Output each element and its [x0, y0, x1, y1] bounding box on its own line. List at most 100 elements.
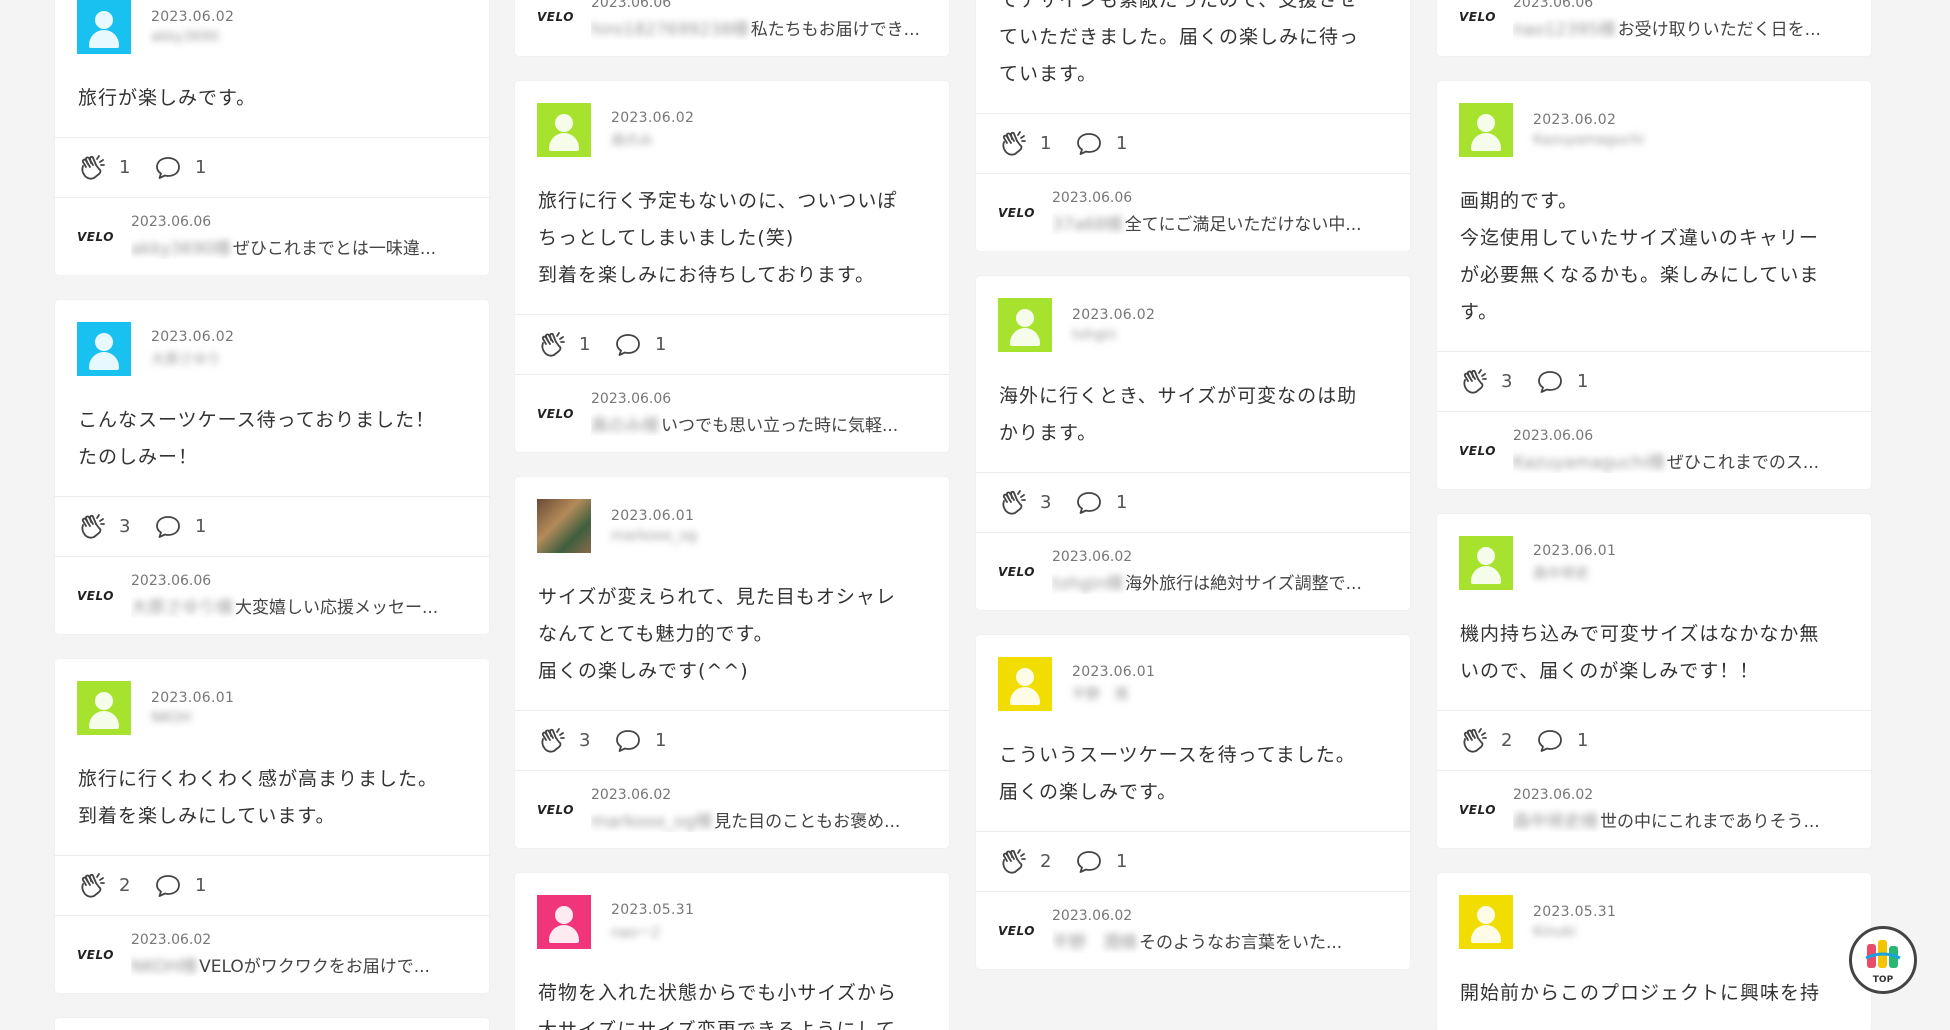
avatar[interactable] [998, 657, 1052, 711]
reply-date: 2023.06.02 [1052, 908, 1133, 924]
comment-button[interactable]: 1 [153, 153, 211, 183]
comment-actions: 21 [55, 855, 489, 915]
avatar[interactable] [998, 298, 1052, 352]
clap-button[interactable]: 1 [77, 153, 135, 183]
comment-column-2: VELO 2023.06.06 hiro1827699238様 私たちもお届けでき..… [515, 0, 949, 1030]
reply-date: 2023.06.06 [1052, 190, 1133, 206]
comment-button[interactable]: 1 [1535, 726, 1593, 756]
comment-button[interactable]: 1 [1535, 367, 1593, 397]
comment-username[interactable]: akky3690 [151, 29, 234, 45]
clap-button[interactable]: 3 [1459, 367, 1517, 397]
comment-text: 旅行に行くわくわく感が高まりました。 到着を楽しみにしています。 [78, 768, 439, 827]
clap-button[interactable]: 2 [1459, 726, 1517, 756]
owner-reply[interactable]: VELO 2023.06.06 nao12395様 お受け取りいただく日を... [1437, 0, 1871, 56]
comment-username[interactable]: tohgin [1072, 327, 1155, 343]
comment-text: 開始前からこのプロジェクトに興味を持 [1460, 982, 1821, 1004]
comment-username[interactable]: NKOH [151, 710, 234, 726]
comment-bubble-icon [1077, 850, 1101, 873]
comment-count: 1 [1577, 730, 1589, 751]
comment-actions: 11 [976, 113, 1410, 173]
velo-logo: VELO [537, 10, 574, 24]
avatar[interactable] [1459, 536, 1513, 590]
comment-button[interactable]: 1 [153, 871, 211, 901]
comment-username[interactable]: 大原さゆり [151, 349, 234, 369]
avatar[interactable] [1459, 103, 1513, 157]
comment-meta: 2023.06.02 高のみ [611, 110, 694, 150]
comment-username[interactable]: markooo_og [611, 528, 697, 544]
clap-count: 3 [579, 730, 591, 751]
owner-reply[interactable]: VELO 2023.06.06 akky3690様 ぜひこれまでとは一味違... [55, 197, 489, 275]
avatar[interactable] [77, 681, 131, 735]
comment-button[interactable]: 1 [1074, 488, 1132, 518]
reply-recipient: 平野 潤様 [1052, 933, 1137, 953]
owner-reply[interactable]: VELO 2023.06.06 Kazuyamaguchi様 ぜひこれまでのス... [1437, 411, 1871, 489]
avatar[interactable] [537, 895, 591, 949]
comment-button[interactable]: 1 [1074, 847, 1132, 877]
comment-meta: 2023.06.01 NKOH [151, 690, 234, 726]
comment-card: ら手が出ないので躊躇しましたが、画期的 でデザインも素敵だったので、支援させ て… [976, 0, 1410, 251]
comment-card: 2023.06.01 markooo_og サイズが変えられて、見た目もオシャレ な… [515, 477, 949, 848]
comment-card: 2023.06.02 tohgin 海外に行くとき、サイズが可変なのは助 かります。… [976, 276, 1410, 610]
comment-username[interactable]: Kinuki [1533, 924, 1616, 940]
comment-meta: 2023.06.02 Kazuyamaguchi [1533, 112, 1644, 148]
avatar[interactable] [77, 0, 131, 54]
owner-reply[interactable]: VELO 2023.06.02 NKOH様 VELOがワクワクをお届けで... [55, 915, 489, 993]
owner-reply[interactable]: VELO 2023.06.06 大原さゆり様 大変嬉しい応援メッセー... [55, 556, 489, 634]
owner-reply[interactable]: VELO 2023.06.02 森中将史様 世の中にこれまでありそう... [1437, 770, 1871, 848]
comment-column-1: 2023.06.02 akky3690 旅行が楽しみです。 1 1 VELO 2023.06… [55, 0, 489, 1030]
comment-actions: 21 [976, 831, 1410, 891]
comment-date: 2023.06.01 [1533, 543, 1617, 559]
comment-button[interactable]: 1 [613, 726, 671, 756]
reply-meta: 2023.06.06 nao12395様 お受け取りいただく日を... [1513, 0, 1849, 40]
owner-reply[interactable]: VELO 2023.06.06 37a68様 全てにご満足いただけない中... [976, 173, 1410, 251]
comment-count: 1 [1116, 133, 1128, 154]
avatar[interactable] [77, 322, 131, 376]
owner-reply[interactable]: VELO 2023.06.02 平野 潤様 そのようなお言葉をいた... [976, 891, 1410, 969]
owner-reply[interactable]: VELO 2023.06.02 tohgin様 海外旅行は絶対サイズ調整で... [976, 532, 1410, 610]
reply-text: markooo_og様 見た目のこともお褒め... [591, 807, 927, 832]
comment-meta: 2023.05.31 naoー2 [611, 902, 694, 942]
comment-username[interactable]: 平野 潤 [1072, 684, 1155, 704]
comment-card: 2023.05.31 naoー2 荷物を入れた状態からでも小サイズから 大サイズにサ… [515, 873, 949, 1030]
clap-button[interactable]: 3 [998, 488, 1056, 518]
clap-icon [1002, 848, 1026, 874]
comment-button[interactable]: 1 [1074, 129, 1132, 159]
scroll-to-top-button[interactable]: TOP [1849, 926, 1917, 994]
comment-count: 1 [655, 730, 667, 751]
reply-date: 2023.06.06 [131, 573, 212, 589]
comment-header: 2023.06.01 NKOH [55, 659, 489, 745]
owner-reply[interactable]: VELO 2023.06.06 高のみ様 いつでも思い立った時に気軽... [515, 374, 949, 452]
comment-username[interactable]: 森中将史 [1533, 563, 1616, 583]
clap-icon [1002, 130, 1026, 156]
reply-recipient: 森中将史様 [1513, 812, 1598, 832]
comment-text: 旅行が楽しみです。 [78, 87, 257, 109]
owner-reply[interactable]: VELO 2023.06.02 markooo_og様 見た目のこともお褒め... [515, 770, 949, 848]
clap-button[interactable]: 3 [77, 512, 135, 542]
clap-button[interactable]: 2 [77, 871, 135, 901]
comment-date: 2023.06.02 [1533, 112, 1617, 128]
reply-excerpt: 全てにご満足いただけない中... [1124, 215, 1362, 235]
comment-card: 2023.06.02 akky3690 旅行が楽しみです。 1 1 VELO 2023.06… [55, 0, 489, 275]
avatar[interactable] [537, 499, 591, 553]
comment-username[interactable]: 高のみ [611, 130, 694, 150]
comment-card: 2023.06.02 高のみ 旅行に行く予定もないのに、ついついぽ ちっとしてしまい… [515, 81, 949, 452]
clap-button[interactable]: 1 [537, 330, 595, 360]
comment-button[interactable]: 1 [613, 330, 671, 360]
avatar[interactable] [1459, 895, 1513, 949]
reply-excerpt: そのようなお言葉をいた... [1139, 933, 1343, 953]
clap-count: 2 [1040, 851, 1052, 872]
clap-button[interactable]: 3 [537, 726, 595, 756]
owner-reply[interactable]: VELO 2023.06.06 hiro1827699238様 私たちもお届けでき..… [515, 0, 949, 56]
comment-button[interactable]: 1 [153, 512, 211, 542]
comment-username[interactable]: Kazuyamaguchi [1533, 132, 1644, 148]
avatar[interactable] [537, 103, 591, 157]
clap-button[interactable]: 1 [998, 129, 1056, 159]
comment-meta: 2023.06.02 大原さゆり [151, 329, 234, 369]
clap-button[interactable]: 2 [998, 847, 1056, 877]
reply-meta: 2023.06.06 高のみ様 いつでも思い立った時に気軽... [591, 391, 927, 436]
comment-meta: 2023.06.02 tohgin [1072, 307, 1155, 343]
comment-date: 2023.05.31 [611, 902, 695, 918]
reply-meta: 2023.06.02 平野 潤様 そのようなお言葉をいた... [1052, 908, 1388, 953]
comment-username[interactable]: naoー2 [611, 922, 694, 942]
reply-excerpt: 私たちもお届けでき... [750, 19, 920, 40]
